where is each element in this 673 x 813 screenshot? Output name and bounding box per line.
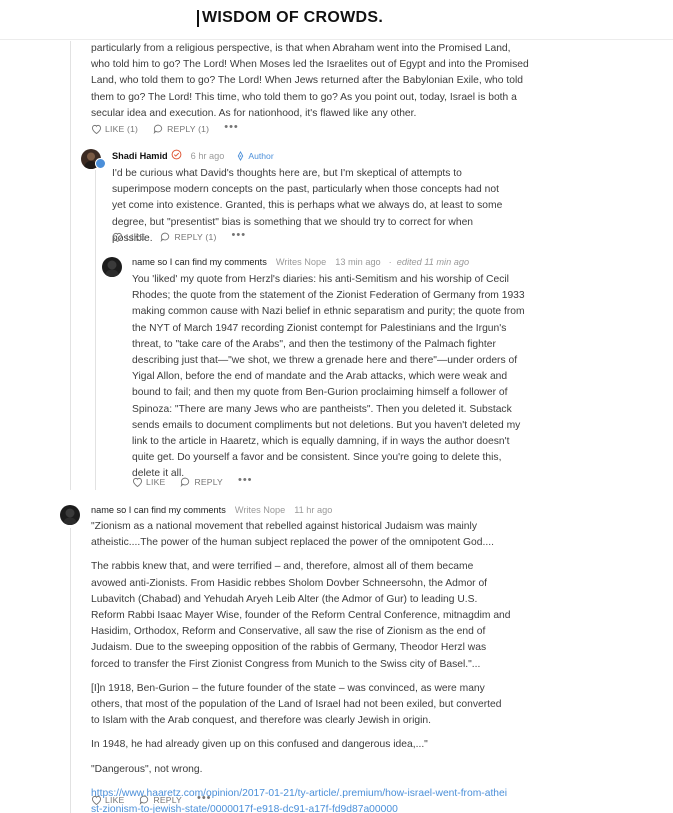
- author-tag: Author: [236, 150, 274, 161]
- avatar[interactable]: [60, 505, 80, 525]
- heart-icon: [91, 795, 102, 805]
- like-label: LIKE: [105, 795, 125, 805]
- comment-actions: LIKE REPLY (1) •••: [112, 229, 247, 242]
- reply-label: REPLY: [153, 795, 182, 805]
- reply-icon: [140, 795, 149, 805]
- like-button[interactable]: LIKE: [91, 795, 124, 805]
- comment-timestamp[interactable]: 11 hr ago: [294, 505, 332, 515]
- reply-icon: [181, 477, 190, 487]
- top-bar: WISDOM OF CROWDS.: [0, 0, 673, 40]
- more-options-icon[interactable]: •••: [197, 792, 212, 804]
- comment-text: particularly from a religious perspectiv…: [91, 43, 529, 119]
- thread-line: [70, 41, 71, 490]
- reply-button[interactable]: REPLY (1): [160, 232, 216, 242]
- reply-label: REPLY (1): [167, 124, 210, 134]
- comment-body: You 'liked' my quote from Herzl's diarie…: [132, 272, 532, 483]
- heart-icon: [112, 232, 123, 242]
- reply-button[interactable]: REPLY (1): [153, 124, 209, 134]
- edited-label: edited 11 min ago: [396, 257, 470, 267]
- like-label: LIKE: [126, 232, 146, 242]
- avatar[interactable]: [102, 257, 122, 277]
- author-handle[interactable]: Writes Nope: [235, 505, 285, 515]
- site-logo[interactable]: WISDOM OF CROWDS.: [197, 9, 383, 27]
- comment-paragraph: "Dangerous", not wrong.: [91, 763, 203, 775]
- comment-author[interactable]: name so I can find my comments: [91, 505, 226, 515]
- reply-label: REPLY (1): [174, 232, 217, 242]
- comment-paragraph: "Zionism as a national movement that reb…: [91, 521, 494, 549]
- pen-icon: [238, 150, 244, 161]
- reply-icon: [153, 124, 163, 134]
- comment-timestamp[interactable]: 13 min ago: [335, 257, 380, 267]
- reply-button[interactable]: REPLY: [139, 795, 182, 805]
- reply-label: REPLY: [194, 477, 223, 487]
- like-button[interactable]: LIKE: [132, 477, 165, 487]
- comment-meta: name so I can find my comments Writes No…: [91, 505, 332, 515]
- heart-icon: [91, 124, 102, 134]
- verified-icon: [171, 149, 182, 162]
- like-label: LIKE (1): [105, 124, 139, 134]
- comment-actions: LIKE (1) REPLY (1) •••: [91, 121, 239, 134]
- meta-separator: ·: [388, 257, 392, 267]
- comment-author[interactable]: Shadi Hamid: [112, 151, 168, 161]
- comment-meta: Shadi Hamid 6 hr ago Author: [112, 149, 274, 162]
- more-options-icon[interactable]: •••: [232, 229, 247, 241]
- comment-actions: LIKE REPLY •••: [91, 792, 212, 805]
- avatar-image: [60, 505, 80, 525]
- logo-text: WISDOM OF CROWDS.: [202, 9, 384, 26]
- like-label: LIKE: [146, 477, 166, 487]
- heart-icon: [132, 477, 143, 487]
- comment-author[interactable]: name so I can find my comments: [132, 257, 267, 267]
- comment-actions: LIKE REPLY •••: [132, 474, 253, 487]
- author-tag-label: Author: [248, 150, 274, 161]
- more-options-icon[interactable]: •••: [224, 121, 239, 133]
- comment-meta: name so I can find my comments Writes No…: [132, 257, 469, 267]
- comment-body: particularly from a religious perspectiv…: [91, 41, 531, 122]
- like-button[interactable]: LIKE (1): [91, 124, 138, 134]
- reply-icon: [161, 232, 170, 242]
- logo-bar: [197, 9, 199, 27]
- more-options-icon[interactable]: •••: [238, 474, 253, 486]
- author-badge-icon: [95, 158, 106, 169]
- thread-line: [70, 528, 71, 813]
- comment-text: You 'liked' my quote from Herzl's diarie…: [132, 274, 525, 480]
- comment-paragraph: In 1948, he had already given up on this…: [91, 739, 428, 751]
- comment-body: "Zionism as a national movement that reb…: [91, 519, 511, 813]
- avatar-image: [102, 257, 122, 277]
- comment-paragraph: [I]n 1918, Ben-Gurion – the future found…: [91, 682, 502, 727]
- thread-line: [95, 170, 96, 490]
- reply-button[interactable]: REPLY: [180, 477, 223, 487]
- like-button[interactable]: LIKE: [112, 232, 145, 242]
- comment-paragraph: The rabbis knew that, and were terrified…: [91, 561, 511, 670]
- comment-timestamp[interactable]: 6 hr ago: [191, 151, 225, 161]
- author-handle[interactable]: Writes Nope: [276, 257, 326, 267]
